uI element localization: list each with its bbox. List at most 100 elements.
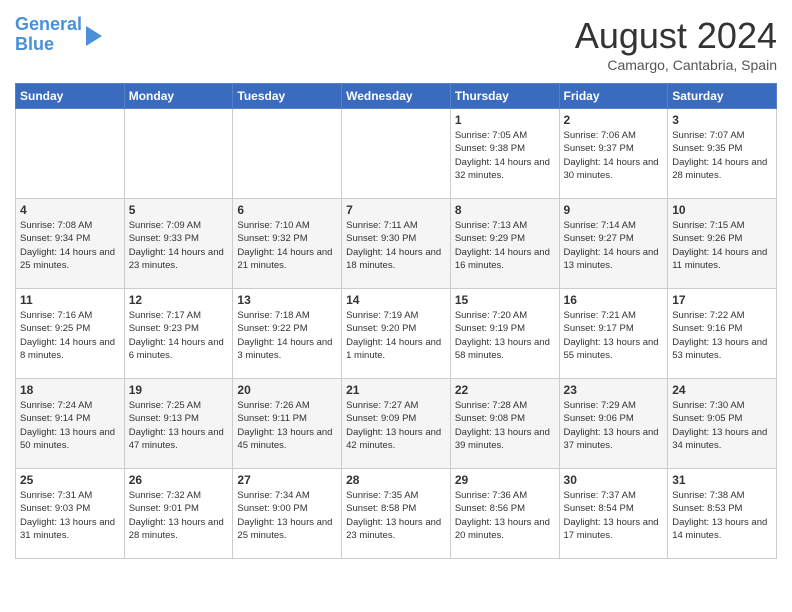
header-saturday: Saturday xyxy=(668,84,777,109)
day-info: Sunrise: 7:20 AMSunset: 9:19 PMDaylight:… xyxy=(455,309,555,362)
day-cell: 31Sunrise: 7:38 AMSunset: 8:53 PMDayligh… xyxy=(668,469,777,559)
day-info: Sunrise: 7:09 AMSunset: 9:33 PMDaylight:… xyxy=(129,219,229,272)
day-cell xyxy=(342,109,451,199)
day-cell: 20Sunrise: 7:26 AMSunset: 9:11 PMDayligh… xyxy=(233,379,342,469)
day-info: Sunrise: 7:13 AMSunset: 9:29 PMDaylight:… xyxy=(455,219,555,272)
day-number: 22 xyxy=(455,383,555,397)
day-number: 29 xyxy=(455,473,555,487)
day-cell: 7Sunrise: 7:11 AMSunset: 9:30 PMDaylight… xyxy=(342,199,451,289)
day-number: 18 xyxy=(20,383,120,397)
day-number: 25 xyxy=(20,473,120,487)
day-info: Sunrise: 7:08 AMSunset: 9:34 PMDaylight:… xyxy=(20,219,120,272)
header-wednesday: Wednesday xyxy=(342,84,451,109)
day-info: Sunrise: 7:15 AMSunset: 9:26 PMDaylight:… xyxy=(672,219,772,272)
logo-text-line1: General xyxy=(15,15,82,35)
day-cell: 18 Sunrise: 7:24 AMSunset: 9:14 PMDayligh… xyxy=(16,379,125,469)
day-cell: 25 Sunrise: 7:31 AMSunset: 9:03 PMDayligh… xyxy=(16,469,125,559)
day-info: Sunrise: 7:22 AMSunset: 9:16 PMDaylight:… xyxy=(672,309,772,362)
day-info: Sunrise: 7:16 AMSunset: 9:25 PMDaylight:… xyxy=(20,309,120,362)
day-info: Sunrise: 7:38 AMSunset: 8:53 PMDaylight:… xyxy=(672,489,772,542)
logo-text-line2: Blue xyxy=(15,35,82,55)
day-cell: 29 Sunrise: 7:36 AMSunset: 8:56 PMDayligh… xyxy=(450,469,559,559)
day-number: 5 xyxy=(129,203,229,217)
day-cell: 26 Sunrise: 7:32 AMSunset: 9:01 PMDayligh… xyxy=(124,469,233,559)
day-number: 11 xyxy=(20,293,120,307)
day-info: Sunrise: 7:21 AMSunset: 9:17 PMDaylight:… xyxy=(564,309,664,362)
day-number: 19 xyxy=(129,383,229,397)
day-number: 4 xyxy=(20,203,120,217)
day-number: 27 xyxy=(237,473,337,487)
day-info: Sunrise: 7:37 AMSunset: 8:54 PMDaylight:… xyxy=(564,489,664,542)
day-number: 21 xyxy=(346,383,446,397)
day-cell: 4 Sunrise: 7:08 AMSunset: 9:34 PMDaylight… xyxy=(16,199,125,289)
day-cell: 28 Sunrise: 7:35 AMSunset: 8:58 PMDayligh… xyxy=(342,469,451,559)
day-number: 7 xyxy=(346,203,446,217)
day-cell: 30Sunrise: 7:37 AMSunset: 8:54 PMDayligh… xyxy=(559,469,668,559)
day-cell xyxy=(124,109,233,199)
day-cell: 17 Sunrise: 7:22 AMSunset: 9:16 PMDayligh… xyxy=(668,289,777,379)
day-cell: 1Sunrise: 7:05 AMSunset: 9:38 PMDaylight… xyxy=(450,109,559,199)
day-number: 2 xyxy=(564,113,664,127)
day-cell: 8 Sunrise: 7:13 AMSunset: 9:29 PMDaylight… xyxy=(450,199,559,289)
day-info: Sunrise: 7:29 AMSunset: 9:06 PMDaylight:… xyxy=(564,399,664,452)
day-cell xyxy=(16,109,125,199)
calendar-table: SundayMondayTuesdayWednesdayThursdayFrid… xyxy=(15,83,777,559)
day-cell: 27 Sunrise: 7:34 AMSunset: 9:00 PMDayligh… xyxy=(233,469,342,559)
day-number: 24 xyxy=(672,383,772,397)
day-cell: 23 Sunrise: 7:29 AMSunset: 9:06 PMDayligh… xyxy=(559,379,668,469)
week-row-1: 1Sunrise: 7:05 AMSunset: 9:38 PMDaylight… xyxy=(16,109,777,199)
day-info: Sunrise: 7:30 AMSunset: 9:05 PMDaylight:… xyxy=(672,399,772,452)
day-info: Sunrise: 7:32 AMSunset: 9:01 PMDaylight:… xyxy=(129,489,229,542)
day-cell: 24 Sunrise: 7:30 AMSunset: 9:05 PMDayligh… xyxy=(668,379,777,469)
day-number: 10 xyxy=(672,203,772,217)
day-info: Sunrise: 7:17 AMSunset: 9:23 PMDaylight:… xyxy=(129,309,229,362)
day-info: Sunrise: 7:25 AMSunset: 9:13 PMDaylight:… xyxy=(129,399,229,452)
location: Camargo, Cantabria, Spain xyxy=(575,57,777,73)
day-cell: 21 Sunrise: 7:27 AMSunset: 9:09 PMDayligh… xyxy=(342,379,451,469)
day-info: Sunrise: 7:34 AMSunset: 9:00 PMDaylight:… xyxy=(237,489,337,542)
day-info: Sunrise: 7:24 AMSunset: 9:14 PMDaylight:… xyxy=(20,399,120,452)
day-info: Sunrise: 7:05 AMSunset: 9:38 PMDaylight:… xyxy=(455,129,555,182)
header-friday: Friday xyxy=(559,84,668,109)
day-info: Sunrise: 7:28 AMSunset: 9:08 PMDaylight:… xyxy=(455,399,555,452)
day-info: Sunrise: 7:27 AMSunset: 9:09 PMDaylight:… xyxy=(346,399,446,452)
day-number: 15 xyxy=(455,293,555,307)
day-number: 17 xyxy=(672,293,772,307)
day-number: 6 xyxy=(237,203,337,217)
header-sunday: Sunday xyxy=(16,84,125,109)
day-number: 14 xyxy=(346,293,446,307)
day-number: 9 xyxy=(564,203,664,217)
day-cell: 14 Sunrise: 7:19 AMSunset: 9:20 PMDayligh… xyxy=(342,289,451,379)
day-info: Sunrise: 7:07 AMSunset: 9:35 PMDaylight:… xyxy=(672,129,772,182)
day-number: 26 xyxy=(129,473,229,487)
day-cell xyxy=(233,109,342,199)
day-info: Sunrise: 7:19 AMSunset: 9:20 PMDaylight:… xyxy=(346,309,446,362)
logo-arrow-icon xyxy=(86,26,102,46)
header-thursday: Thursday xyxy=(450,84,559,109)
day-info: Sunrise: 7:14 AMSunset: 9:27 PMDaylight:… xyxy=(564,219,664,272)
week-row-4: 18 Sunrise: 7:24 AMSunset: 9:14 PMDayligh… xyxy=(16,379,777,469)
day-info: Sunrise: 7:18 AMSunset: 9:22 PMDaylight:… xyxy=(237,309,337,362)
day-cell: 10 Sunrise: 7:15 AMSunset: 9:26 PMDayligh… xyxy=(668,199,777,289)
day-number: 3 xyxy=(672,113,772,127)
day-cell: 5 Sunrise: 7:09 AMSunset: 9:33 PMDaylight… xyxy=(124,199,233,289)
day-info: Sunrise: 7:35 AMSunset: 8:58 PMDaylight:… xyxy=(346,489,446,542)
title-block: August 2024 Camargo, Cantabria, Spain xyxy=(575,15,777,73)
day-number: 16 xyxy=(564,293,664,307)
logo: General Blue xyxy=(15,15,102,55)
day-number: 12 xyxy=(129,293,229,307)
day-cell: 11 Sunrise: 7:16 AMSunset: 9:25 PMDayligh… xyxy=(16,289,125,379)
week-row-3: 11 Sunrise: 7:16 AMSunset: 9:25 PMDayligh… xyxy=(16,289,777,379)
day-number: 23 xyxy=(564,383,664,397)
week-row-5: 25 Sunrise: 7:31 AMSunset: 9:03 PMDayligh… xyxy=(16,469,777,559)
day-number: 28 xyxy=(346,473,446,487)
day-info: Sunrise: 7:36 AMSunset: 8:56 PMDaylight:… xyxy=(455,489,555,542)
day-number: 13 xyxy=(237,293,337,307)
day-number: 8 xyxy=(455,203,555,217)
page-header: General Blue August 2024 Camargo, Cantab… xyxy=(15,15,777,73)
calendar-header-row: SundayMondayTuesdayWednesdayThursdayFrid… xyxy=(16,84,777,109)
month-title: August 2024 xyxy=(575,15,777,57)
day-cell: 22 Sunrise: 7:28 AMSunset: 9:08 PMDayligh… xyxy=(450,379,559,469)
day-info: Sunrise: 7:31 AMSunset: 9:03 PMDaylight:… xyxy=(20,489,120,542)
day-info: Sunrise: 7:26 AMSunset: 9:11 PMDaylight:… xyxy=(237,399,337,452)
